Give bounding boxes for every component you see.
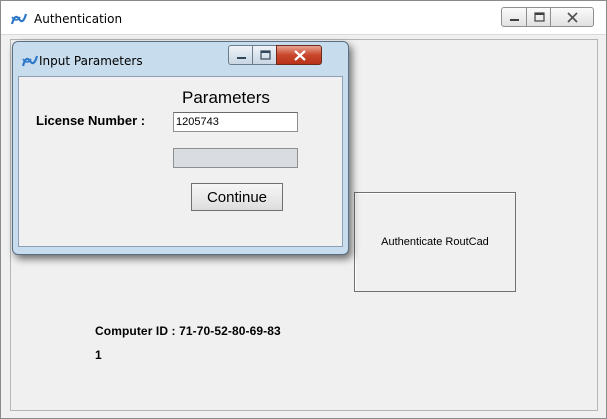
counter-label: 1 — [95, 348, 102, 362]
close-button[interactable] — [550, 7, 594, 27]
disabled-field — [173, 148, 298, 168]
dialog-maximize-button[interactable] — [252, 45, 277, 65]
dialog-minimize-button[interactable] — [228, 45, 253, 65]
minimize-button[interactable] — [501, 7, 527, 27]
license-number-label: License Number : — [36, 113, 146, 128]
computer-id-label: Computer ID : 71-70-52-80-69-83 — [95, 324, 281, 338]
minimize-icon — [510, 19, 519, 21]
dialog-title: Input Parameters — [39, 54, 143, 68]
continue-button[interactable]: Continue — [191, 183, 283, 211]
app-logo-icon — [11, 13, 27, 25]
maximize-button[interactable] — [526, 7, 551, 27]
license-number-input[interactable] — [173, 112, 298, 132]
input-parameters-dialog: Input Parameters Parameters License Numb… — [12, 41, 349, 255]
dialog-close-button[interactable] — [276, 45, 322, 65]
close-icon — [567, 12, 578, 23]
main-titlebar[interactable]: Authentication — [1, 1, 606, 35]
main-window-title: Authentication — [34, 12, 123, 26]
maximize-icon — [260, 50, 271, 60]
close-icon — [294, 50, 306, 61]
app-logo-icon — [22, 55, 38, 67]
dialog-client-area: Parameters License Number : Continue — [18, 76, 343, 247]
parameters-heading: Parameters — [182, 88, 270, 107]
minimize-icon — [237, 57, 246, 59]
maximize-icon — [534, 12, 545, 22]
authenticate-routcad-button[interactable]: Authenticate RoutCad — [354, 192, 516, 292]
